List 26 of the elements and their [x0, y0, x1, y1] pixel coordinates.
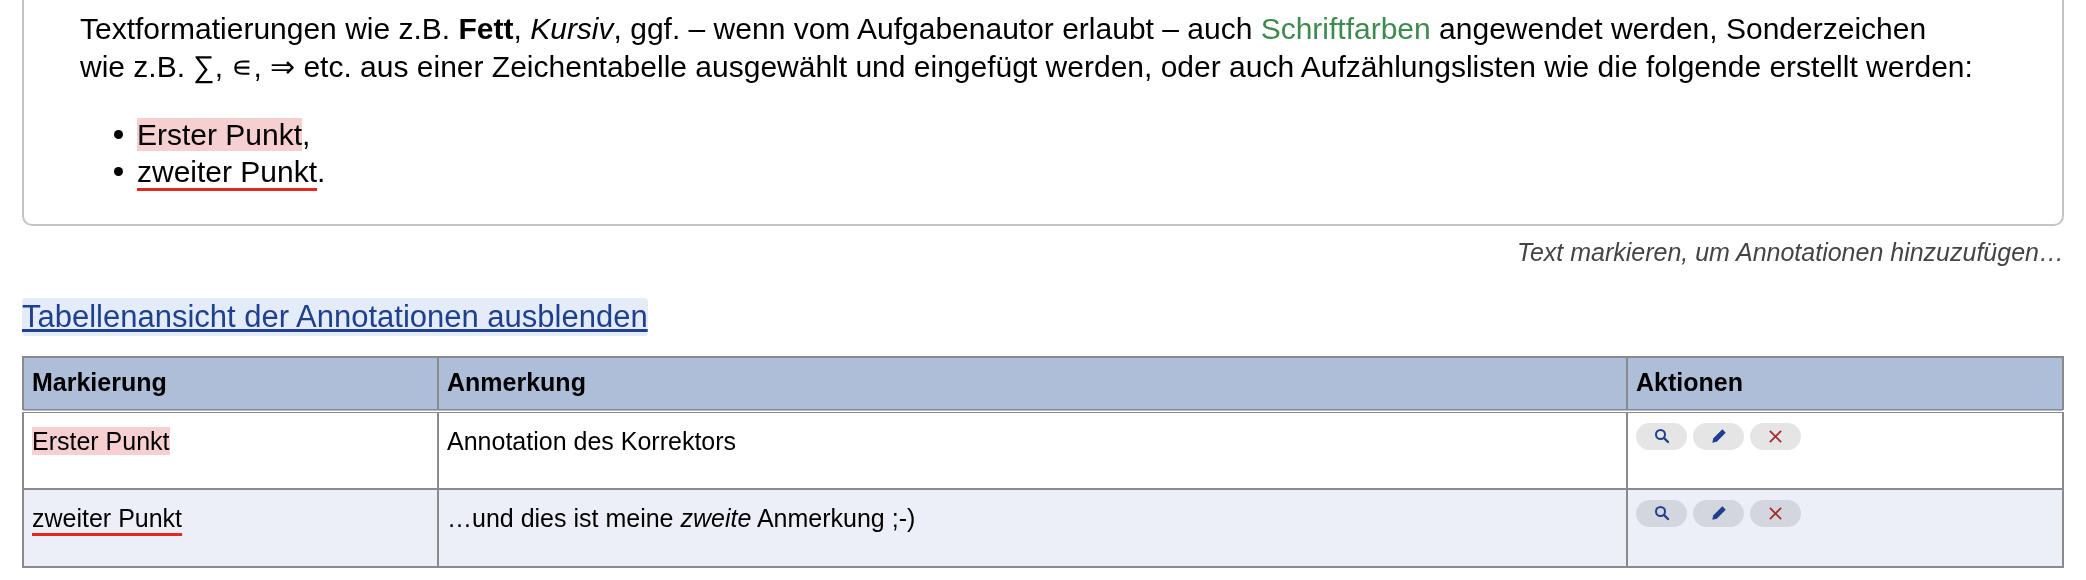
- edit-button[interactable]: [1693, 499, 1744, 527]
- search-icon: [1653, 428, 1670, 444]
- bullet-icon: [114, 130, 123, 139]
- search-button[interactable]: [1636, 499, 1687, 527]
- list-item-text: zweiter Punkt.: [137, 154, 326, 190]
- pencil-icon: [1709, 427, 1728, 445]
- column-header: Markierung: [32, 368, 167, 397]
- search-button[interactable]: [1636, 422, 1687, 450]
- list-item-text: Erster Punkt,: [137, 117, 311, 153]
- pencil-icon: [1709, 504, 1728, 522]
- search-icon: [1653, 505, 1670, 521]
- close-icon: [1768, 505, 1783, 521]
- bullet-icon: [114, 167, 123, 176]
- delete-button[interactable]: [1750, 499, 1801, 527]
- toggle-link[interactable]: Tabellenansicht der Annotationen ausblenden: [22, 297, 648, 336]
- delete-button[interactable]: [1750, 422, 1801, 450]
- close-icon: [1768, 428, 1783, 444]
- annotation-text: …und dies ist meine zweite Anmerkung ;-): [447, 503, 916, 532]
- column-header: Anmerkung: [447, 368, 586, 397]
- edit-button[interactable]: [1693, 422, 1744, 450]
- marked-text: zweiter Punkt: [32, 503, 183, 532]
- marked-text: Erster Punkt: [32, 426, 170, 455]
- column-header: Aktionen: [1636, 368, 1743, 397]
- hint-text: Text markieren, um Annotationen hinzuzufügen…: [1516, 237, 2064, 268]
- annotation-text: Annotation des Korrektors: [447, 426, 737, 455]
- paragraph: Textformatierungen wie z.B. Fett, Kursiv, ggf. – wenn vom Aufgabenautor erlaubt – auch Schriftfarben angewendet werden, Sonderzeichen wie z.B. ∑, ∊, ⇒ etc. aus einer Zeichentabelle ausgewählt und eingefügt werden, oder auch Aufzählungslisten wie die folgende erstellt werden:: [80, 11, 1974, 86]
